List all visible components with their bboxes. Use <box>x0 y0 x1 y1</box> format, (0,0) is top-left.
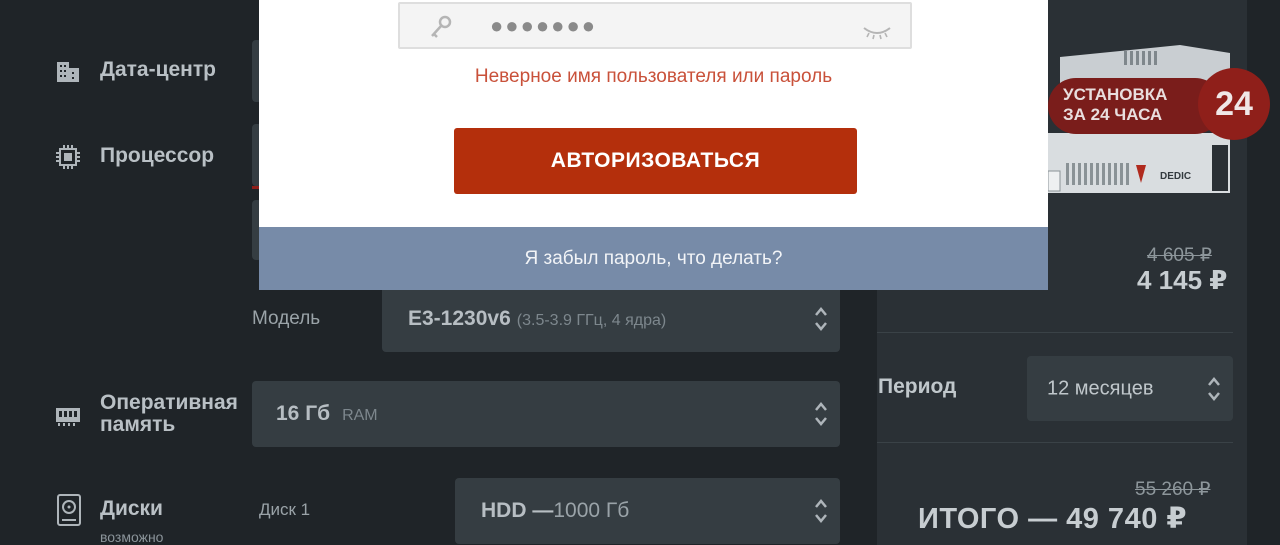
old-price: 4 605 ₽ <box>1147 245 1212 266</box>
period-value: 12 месяцев <box>1047 377 1154 399</box>
ram-label-line1: Оперативная <box>100 391 238 414</box>
install-promo-pill: УСТАНОВКА ЗА 24 ЧАСА <box>1048 78 1223 134</box>
model-label: Модель <box>252 308 321 329</box>
select-arrows-icon <box>814 305 828 333</box>
disk1-label: Диск 1 <box>259 500 311 519</box>
period-select[interactable]: 12 месяцев <box>1027 356 1233 421</box>
summary-divider <box>877 332 1233 333</box>
promo-badge: 24 <box>1198 68 1270 140</box>
model-value: E3-1230v6 <box>408 306 511 330</box>
model-hint: (3.5-3.9 ГГц, 4 ядра) <box>516 311 667 329</box>
password-value: ●●●●●●● <box>490 13 598 38</box>
total-old-price: 55 260 ₽ <box>1135 479 1211 500</box>
summary-divider <box>877 442 1233 443</box>
processor-label: Процессор <box>100 144 215 167</box>
select-arrows-icon <box>1207 375 1221 403</box>
ram-select[interactable]: 16 Гб RAM <box>252 381 840 447</box>
current-price: 4 145 ₽ <box>1137 265 1228 295</box>
select-arrows-icon <box>814 497 828 525</box>
disks-label: Диски <box>100 497 163 520</box>
login-error-message: Неверное имя пользователя или пароль <box>474 66 833 87</box>
building-icon <box>55 58 81 89</box>
ram-value: 16 Гб <box>276 402 331 425</box>
disk1-type: HDD — <box>481 499 554 522</box>
total-price: ИТОГО — 49 740 ₽ <box>918 503 1188 535</box>
period-label: Период <box>878 375 957 398</box>
ram-hint: RAM <box>342 407 378 424</box>
authorize-button[interactable]: АВТОРИЗОВАТЬСЯ <box>454 128 857 194</box>
memory-icon <box>55 402 81 433</box>
select-arrows-icon <box>814 400 828 428</box>
datacenter-label: Дата-центр <box>100 58 216 81</box>
password-field[interactable]: ●●●●●●● <box>398 2 912 49</box>
show-password-icon[interactable] <box>862 24 892 45</box>
disk1-select[interactable]: HDD —1000 Гб <box>455 478 840 544</box>
server-brand: DEDIC <box>1160 171 1192 182</box>
cpu-icon <box>55 144 81 175</box>
disks-sub: возможно <box>100 529 164 545</box>
ram-label-line2: память <box>100 413 176 436</box>
hdd-icon <box>57 494 81 531</box>
disk1-size: 1000 Гб <box>553 499 630 522</box>
model-select[interactable]: E3-1230v6 (3.5-3.9 ГГц, 4 ядра) <box>382 285 840 352</box>
key-icon <box>428 14 454 45</box>
forgot-password-link[interactable]: Я забыл пароль, что делать? <box>259 227 1048 290</box>
